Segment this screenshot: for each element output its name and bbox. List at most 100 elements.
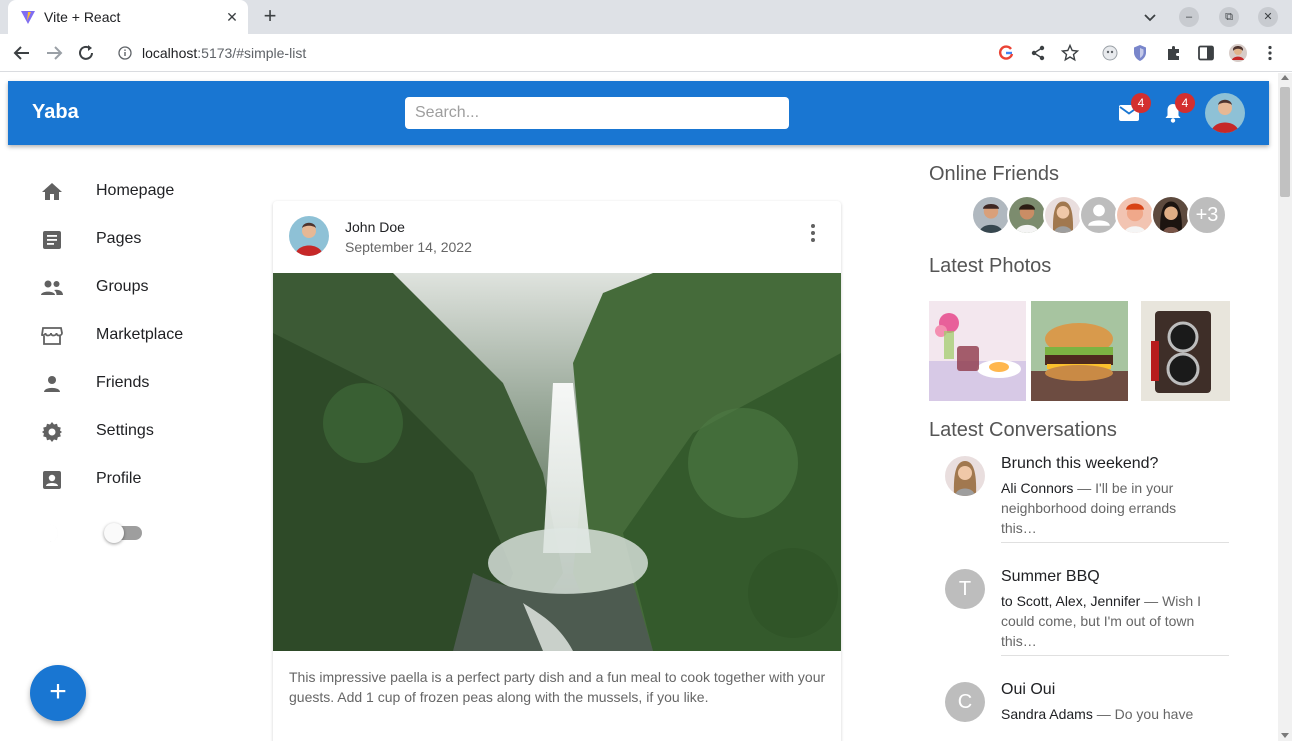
friend-avatar[interactable] bbox=[1151, 195, 1191, 235]
conversation-avatar: T bbox=[945, 569, 985, 609]
page-scrollbar[interactable] bbox=[1278, 73, 1292, 741]
friend-avatar-placeholder[interactable] bbox=[1079, 195, 1119, 235]
vite-logo-icon bbox=[21, 11, 35, 24]
right-panel: Online Friends +3 Latest Photos Latest C… bbox=[929, 163, 1230, 722]
conversation-title: Summer BBQ bbox=[1001, 568, 1100, 585]
address-bar[interactable]: localhost:5173/#simple-list bbox=[108, 38, 1028, 68]
conversation-sender: to Scott, Alex, Jennifer bbox=[1001, 593, 1141, 609]
info-icon[interactable] bbox=[118, 46, 132, 60]
conversation-sender: Sandra Adams bbox=[1001, 706, 1093, 722]
friend-avatar[interactable] bbox=[971, 195, 1011, 235]
photo-thumbnail[interactable] bbox=[929, 301, 1026, 401]
dark-mode-toggle[interactable] bbox=[104, 523, 142, 543]
post-author-avatar[interactable] bbox=[289, 216, 329, 256]
dark-mode-row bbox=[24, 504, 234, 558]
mail-button[interactable]: 4 bbox=[1117, 93, 1151, 125]
sidebar-item-groups[interactable]: Groups bbox=[24, 264, 234, 312]
close-window-button[interactable]: ✕ bbox=[1258, 7, 1278, 27]
friend-avatar[interactable] bbox=[1043, 195, 1083, 235]
sidebar-item-label: Groups bbox=[96, 278, 149, 295]
puzzle-icon[interactable] bbox=[1164, 43, 1184, 63]
app-bar: Yaba 4 4 bbox=[8, 81, 1269, 145]
plus-icon: + bbox=[49, 675, 67, 708]
browser-tabstrip: Vite + React ✕ + – ⧉ ✕ bbox=[0, 0, 1292, 34]
divider bbox=[1001, 655, 1229, 656]
conversation-text: — Do you have bbox=[1092, 706, 1194, 722]
url-path: :5173/#simple-list bbox=[197, 45, 307, 61]
sidebar-item-label: Homepage bbox=[96, 182, 175, 199]
sidebar-item-label: Friends bbox=[96, 374, 150, 391]
friend-avatar[interactable] bbox=[1007, 195, 1047, 235]
photo-thumbnail[interactable] bbox=[1031, 301, 1128, 401]
latest-photos-grid bbox=[929, 301, 1230, 401]
conversation-snippet: Sandra Adams — Do you have bbox=[1001, 704, 1201, 724]
sidebar-item-homepage[interactable]: Homepage bbox=[24, 168, 234, 216]
app-viewport: Yaba 4 4 Homepage bbox=[0, 73, 1278, 741]
tab-title: Vite + React bbox=[44, 9, 121, 25]
close-tab-icon[interactable]: ✕ bbox=[224, 9, 240, 25]
post-card: John Doe September 14, 2022 This impress… bbox=[273, 201, 841, 741]
divider bbox=[1001, 542, 1229, 543]
sidebar-item-profile[interactable]: Profile bbox=[24, 456, 234, 504]
sidebar: Homepage Pages Groups Marketplace Friend… bbox=[24, 168, 234, 558]
group-icon bbox=[41, 280, 63, 295]
minimize-button[interactable]: – bbox=[1179, 7, 1199, 27]
shield-icon[interactable] bbox=[1130, 43, 1150, 63]
friend-avatar[interactable] bbox=[1115, 195, 1155, 235]
sidebar-item-marketplace[interactable]: Marketplace bbox=[24, 312, 234, 360]
bookmark-star-icon[interactable] bbox=[1060, 43, 1080, 63]
google-icon[interactable] bbox=[996, 43, 1016, 63]
mail-badge: 4 bbox=[1131, 93, 1151, 113]
tab-search-icon[interactable] bbox=[1140, 7, 1160, 27]
sidebar-item-label: Marketplace bbox=[96, 326, 184, 343]
conversation-avatar bbox=[945, 456, 985, 496]
profile-avatar-icon[interactable] bbox=[1228, 43, 1248, 63]
latest-conversations-title: Latest Conversations bbox=[929, 419, 1117, 441]
photo-thumbnail[interactable] bbox=[1133, 301, 1230, 401]
post-body: This impressive paella is a perfect part… bbox=[289, 669, 826, 705]
url-host: localhost bbox=[142, 45, 198, 61]
article-icon bbox=[43, 231, 61, 249]
conversation-title: Brunch this weekend? bbox=[1001, 455, 1159, 472]
share-icon[interactable] bbox=[1028, 43, 1048, 63]
sidebar-item-pages[interactable]: Pages bbox=[24, 216, 234, 264]
forward-arrow-icon[interactable] bbox=[42, 41, 66, 65]
person-icon bbox=[44, 376, 60, 392]
back-arrow-icon[interactable] bbox=[10, 41, 34, 65]
user-avatar[interactable] bbox=[1205, 93, 1245, 133]
conversation-sender: Ali Connors bbox=[1001, 480, 1074, 496]
add-post-button[interactable]: + bbox=[30, 665, 86, 721]
browser-toolbar: localhost:5173/#simple-list bbox=[0, 34, 1292, 72]
browser-tab[interactable]: Vite + React ✕ bbox=[8, 0, 248, 34]
search-input[interactable] bbox=[405, 97, 789, 129]
scroll-up-arrow-icon[interactable] bbox=[1281, 75, 1289, 80]
reload-icon[interactable] bbox=[74, 41, 98, 65]
conversation-snippet: to Scott, Alex, Jennifer — Wish I could … bbox=[1001, 591, 1201, 651]
kebab-menu-icon[interactable] bbox=[1260, 43, 1280, 63]
storefront-icon bbox=[40, 327, 63, 345]
home-icon bbox=[42, 183, 62, 200]
sidebar-item-settings[interactable]: Settings bbox=[24, 408, 234, 456]
post-author: John Doe bbox=[345, 219, 405, 235]
scrollbar-thumb[interactable] bbox=[1280, 87, 1290, 197]
extension-icon[interactable] bbox=[1100, 43, 1120, 63]
sidebar-item-label: Profile bbox=[96, 470, 142, 487]
more-friends-count[interactable]: +3 bbox=[1187, 195, 1227, 235]
new-tab-button[interactable]: + bbox=[258, 5, 282, 29]
post-image bbox=[273, 273, 841, 651]
notifications-button[interactable]: 4 bbox=[1161, 93, 1195, 125]
more-vert-icon[interactable] bbox=[801, 221, 825, 245]
side-panel-icon[interactable] bbox=[1196, 43, 1216, 63]
post-date: September 14, 2022 bbox=[345, 239, 472, 255]
gear-icon bbox=[42, 422, 62, 442]
conversation-avatar: C bbox=[945, 682, 985, 722]
brand-logo[interactable]: Yaba bbox=[32, 101, 79, 124]
conversation-snippet: Ali Connors — I'll be in your neighborho… bbox=[1001, 478, 1201, 538]
latest-photos-title: Latest Photos bbox=[929, 255, 1052, 277]
sidebar-item-label: Pages bbox=[96, 230, 142, 247]
url-text: localhost:5173/#simple-list bbox=[142, 45, 306, 61]
moon-icon bbox=[49, 524, 59, 542]
restore-button[interactable]: ⧉ bbox=[1219, 7, 1239, 27]
sidebar-item-friends[interactable]: Friends bbox=[24, 360, 234, 408]
scroll-down-arrow-icon[interactable] bbox=[1281, 733, 1289, 738]
